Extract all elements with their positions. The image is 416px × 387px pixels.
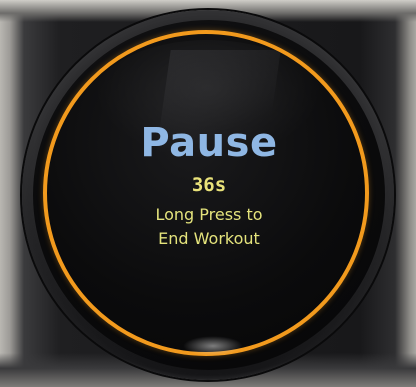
bottom-glint	[183, 336, 243, 356]
pause-title: Pause	[140, 120, 278, 166]
countdown-timer: 36s	[191, 174, 227, 196]
end-workout-hint-line-2: End Workout	[158, 229, 260, 248]
end-workout-hint-line-1: Long Press to	[155, 205, 263, 224]
pause-panel: Pause 36s Long Press to End Workout	[33, 20, 385, 370]
watch-screen[interactable]: Pause 36s Long Press to End Workout	[33, 20, 385, 370]
